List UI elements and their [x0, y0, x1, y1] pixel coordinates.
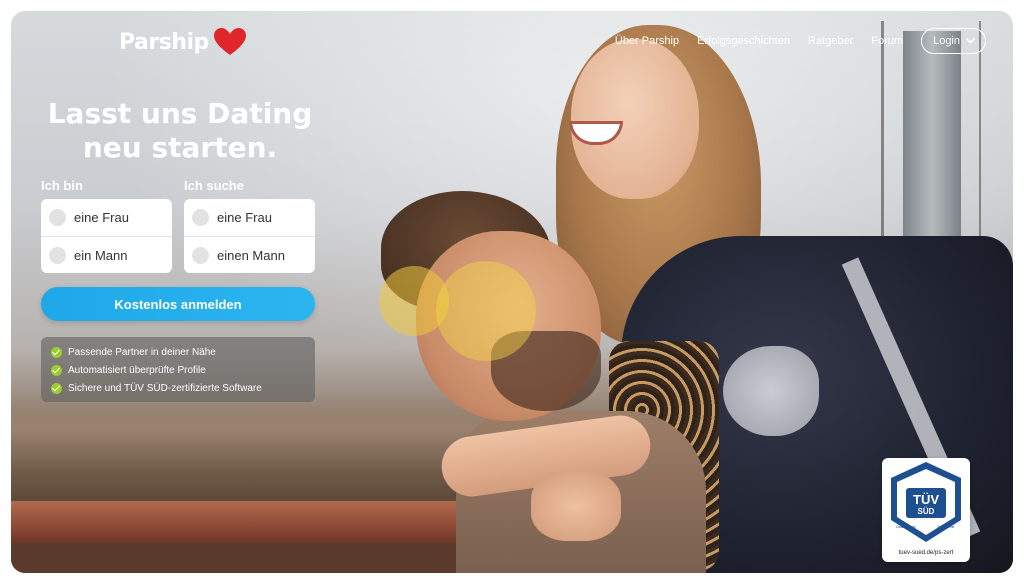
woman-face	[571, 39, 699, 199]
badge-url: tuev-sued.de/ps-zert	[898, 550, 954, 556]
badge-main-text: TÜV	[913, 492, 939, 507]
badge-sub-text: SÜD	[918, 507, 935, 516]
option-label: einen Mann	[217, 247, 285, 263]
badge-top-label: Software	[916, 473, 936, 479]
login-label: Login	[933, 35, 960, 47]
looking-for-option-man[interactable]: einen Mann	[184, 236, 315, 273]
benefit-item: Automatisiert überprüfte Profile	[51, 361, 305, 379]
lens-flare	[436, 261, 536, 361]
login-button[interactable]: Login	[921, 28, 986, 54]
headline-line-1: Lasst uns Dating	[47, 97, 313, 130]
i-am-option-man[interactable]: ein Mann	[41, 236, 172, 273]
option-label: ein Mann	[74, 247, 128, 263]
nav-link-erfolgsgeschichten[interactable]: Erfolgsgeschichten	[697, 35, 790, 47]
looking-for-radio-group: eine Frau einen Mann	[184, 199, 315, 273]
benefit-item: Passende Partner in deiner Nähe	[51, 343, 305, 361]
looking-for-label: Ich suche	[184, 178, 244, 193]
nav-link-forum[interactable]: Forum	[871, 35, 903, 47]
check-icon	[51, 346, 62, 358]
badge-left-ring: Datenschutz	[896, 525, 916, 529]
benefit-text: Sichere und TÜV SÜD-zertifizierte Softwa…	[68, 382, 262, 394]
radio-circle[interactable]	[49, 209, 66, 226]
badge-right-ring: Ergonomie	[938, 525, 955, 529]
logo-text: Parship	[119, 29, 209, 55]
check-icon	[51, 382, 62, 394]
option-label: eine Frau	[217, 210, 272, 225]
woman-hand	[531, 471, 621, 541]
page-headline: Lasst uns Dating neu starten.	[30, 97, 330, 165]
chevron-down-icon	[966, 38, 975, 44]
radio-circle[interactable]	[192, 209, 209, 226]
i-am-label: Ich bin	[41, 178, 83, 193]
register-free-button[interactable]: Kostenlos anmelden	[41, 287, 315, 321]
benefit-text: Automatisiert überprüfte Profile	[68, 364, 206, 376]
headline-line-2: neu starten.	[82, 131, 278, 164]
heart-icon	[213, 28, 246, 55]
benefit-text: Passende Partner in deiner Nähe	[68, 346, 216, 358]
top-navigation: Über Parship Erfolgsgeschichten Ratgeber…	[615, 28, 986, 54]
benefit-item: Sichere und TÜV SÜD-zertifizierte Softwa…	[51, 379, 305, 397]
radio-circle[interactable]	[192, 246, 209, 264]
nav-link-ratgeber[interactable]: Ratgeber	[808, 35, 853, 47]
looking-for-option-woman[interactable]: eine Frau	[184, 199, 315, 236]
tuev-seal-icon: Software TÜV SÜD Datenschutz Ergonomie	[891, 462, 961, 542]
benefits-box: Passende Partner in deiner Nähe Automati…	[41, 337, 315, 402]
i-am-radio-group: eine Frau ein Mann	[41, 199, 172, 273]
nav-link-ueber-parship[interactable]: Über Parship	[615, 35, 679, 47]
tuev-sued-badge[interactable]: Software TÜV SÜD Datenschutz Ergonomie t…	[882, 458, 970, 562]
check-icon	[51, 364, 62, 376]
rooftop-railing	[11, 501, 531, 543]
i-am-option-woman[interactable]: eine Frau	[41, 199, 172, 236]
parship-logo[interactable]: Parship	[119, 27, 247, 57]
railing-shadow	[11, 543, 531, 573]
eagle-patch	[723, 346, 819, 436]
option-label: eine Frau	[74, 210, 129, 225]
radio-circle[interactable]	[49, 246, 66, 264]
